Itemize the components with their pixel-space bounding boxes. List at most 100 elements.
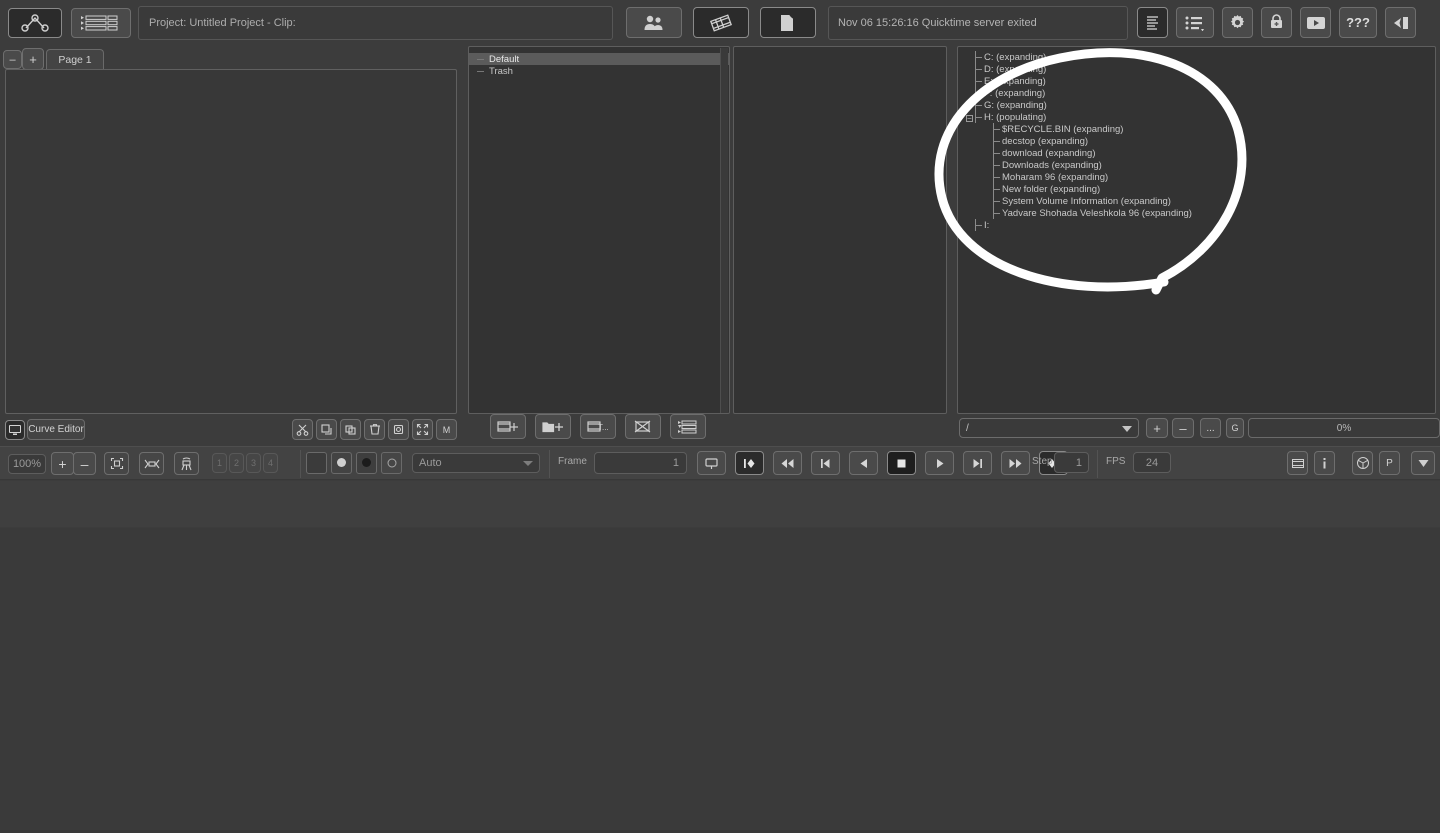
gear-icon[interactable] [1222,7,1253,38]
fps-input[interactable]: 24 [1133,452,1171,473]
cube-icon[interactable] [1352,451,1373,475]
curve-editor-button[interactable]: Curve Editor [27,419,85,440]
file-tree-row[interactable]: Downloads (expanding) [958,159,1435,171]
file-tree-row[interactable]: G: (expanding) [958,99,1435,111]
separator [549,450,550,478]
tree-branch-line [993,147,994,159]
exit-icon[interactable] [1385,7,1416,38]
file-tree-row[interactable]: download (expanding) [958,147,1435,159]
file-tree-row[interactable]: Yadvare Shohada Veleshkola 96 (expanding… [958,207,1435,219]
top-toolbar-center-group [626,7,816,38]
copy-icon[interactable] [316,419,337,440]
play-icon[interactable] [1300,7,1331,38]
text-lines-icon[interactable] [1137,7,1168,38]
mode-menu-icon[interactable]: M [436,419,457,440]
tree-branch-line [993,123,994,135]
screen-icon[interactable] [697,451,726,475]
swatch-dot[interactable] [331,452,352,474]
file-tree-panel[interactable]: C: (expanding) D: (expanding) E: (expandin… [957,46,1436,414]
film-strip-icon[interactable] [693,7,749,38]
lock-add-icon[interactable] [1261,7,1292,38]
swatch-soft[interactable] [356,452,377,474]
frame-input[interactable]: 1 [594,452,687,474]
info-icon[interactable] [1314,451,1335,475]
file-tree-row[interactable]: decstop (expanding) [958,135,1435,147]
view-layout-label: 3 [250,458,256,468]
file-tree-row[interactable]: System Volume Information (expanding) [958,195,1435,207]
file-tree-row[interactable]: D: (expanding) [958,63,1435,75]
view-layout-2[interactable]: 2 [229,453,244,473]
bin-scrollbar[interactable] [720,48,728,413]
add-text-icon[interactable]: T... [580,414,616,439]
tree-branch-line [993,171,994,183]
file-tree-row[interactable]: $RECYCLE.BIN (expanding) [958,123,1435,135]
fast-forward-icon[interactable] [1001,451,1030,475]
help-icon[interactable]: ??? [1339,7,1377,38]
tripod-icon[interactable] [174,452,199,475]
auto-mode-combo[interactable]: Auto [412,453,540,473]
node-graph-icon[interactable] [8,8,62,38]
bin-list-panel[interactable]: Default Trash [468,46,730,414]
main-viewport-panel[interactable] [5,69,457,414]
add-shot-icon[interactable] [490,414,526,439]
zoom-out-button[interactable]: – [73,452,96,475]
add-page-button[interactable]: + [22,48,44,70]
camera-people-icon[interactable] [626,7,682,38]
stretch-icon[interactable] [139,452,164,475]
file-tree-row[interactable]: E: (expanding) [958,75,1435,87]
view-layout-3[interactable]: 3 [246,453,261,473]
film-icon[interactable] [1287,451,1308,475]
key-start-icon[interactable] [735,451,764,475]
bin-list-item[interactable]: Default [469,53,729,65]
delete-shot-icon[interactable] [625,414,661,439]
alpha-circle-icon[interactable] [381,452,402,474]
path-combo-box[interactable]: / [959,418,1139,438]
paste-icon[interactable] [340,419,361,440]
path-add-button[interactable]: + [1146,418,1168,438]
list-view-icon[interactable] [71,8,131,38]
file-tree-row[interactable]: I: [958,219,1435,231]
play-back-icon[interactable] [849,451,878,475]
path-g-button[interactable]: G [1226,418,1244,438]
preview-panel[interactable] [733,46,947,414]
status-message-field[interactable]: Nov 06 15:26:16 Quicktime server exited [828,6,1128,40]
zoom-level-field[interactable]: 100% [8,454,46,474]
path-remove-button[interactable]: – [1172,418,1194,438]
expand-icon[interactable] [412,419,433,440]
trash-icon[interactable] [364,419,385,440]
mode-menu-label: M [442,424,451,435]
file-tree-row-label: F: (expanding) [984,87,1046,99]
project-title-field[interactable]: Project: Untitled Project - Clip: [138,6,613,40]
add-folder-icon[interactable] [535,414,571,439]
file-tree-row-label: H: (populating) [984,111,1047,123]
file-tree-row[interactable]: Moharam 96 (expanding) [958,171,1435,183]
swatch-flat[interactable] [306,452,327,474]
monitor-icon[interactable] [5,420,25,440]
copy-page-icon[interactable] [760,7,816,38]
file-tree-row[interactable]: F: (expanding) [958,87,1435,99]
list-menu-icon[interactable] [1176,7,1214,38]
bin-list-item[interactable]: Trash [469,65,729,77]
duplicate-icon[interactable] [388,419,409,440]
p-button[interactable]: P [1379,451,1400,475]
zoom-in-button[interactable]: + [51,452,74,475]
path-more-button[interactable]: ... [1200,418,1221,438]
prev-frame-icon[interactable] [811,451,840,475]
view-layout-4[interactable]: 4 [263,453,278,473]
stop-icon[interactable] [887,451,916,475]
remove-page-button[interactable]: – [3,50,22,69]
dropdown-arrow-icon[interactable] [1411,451,1435,475]
view-layout-1[interactable]: 1 [212,453,227,473]
file-tree-row[interactable]: – H: (populating) [958,111,1435,123]
tree-expander-icon[interactable]: – [966,115,973,122]
rewind-icon[interactable] [773,451,802,475]
file-tree-row[interactable]: New folder (expanding) [958,183,1435,195]
tab-page-1[interactable]: Page 1 [46,49,104,69]
next-frame-icon[interactable] [963,451,992,475]
cut-icon[interactable] [292,419,313,440]
file-tree-row[interactable]: C: (expanding) [958,51,1435,63]
play-forward-icon[interactable] [925,451,954,475]
list-settings-icon[interactable] [670,414,706,439]
step-input[interactable]: 1 [1054,452,1089,473]
fit-frame-icon[interactable] [104,452,129,475]
